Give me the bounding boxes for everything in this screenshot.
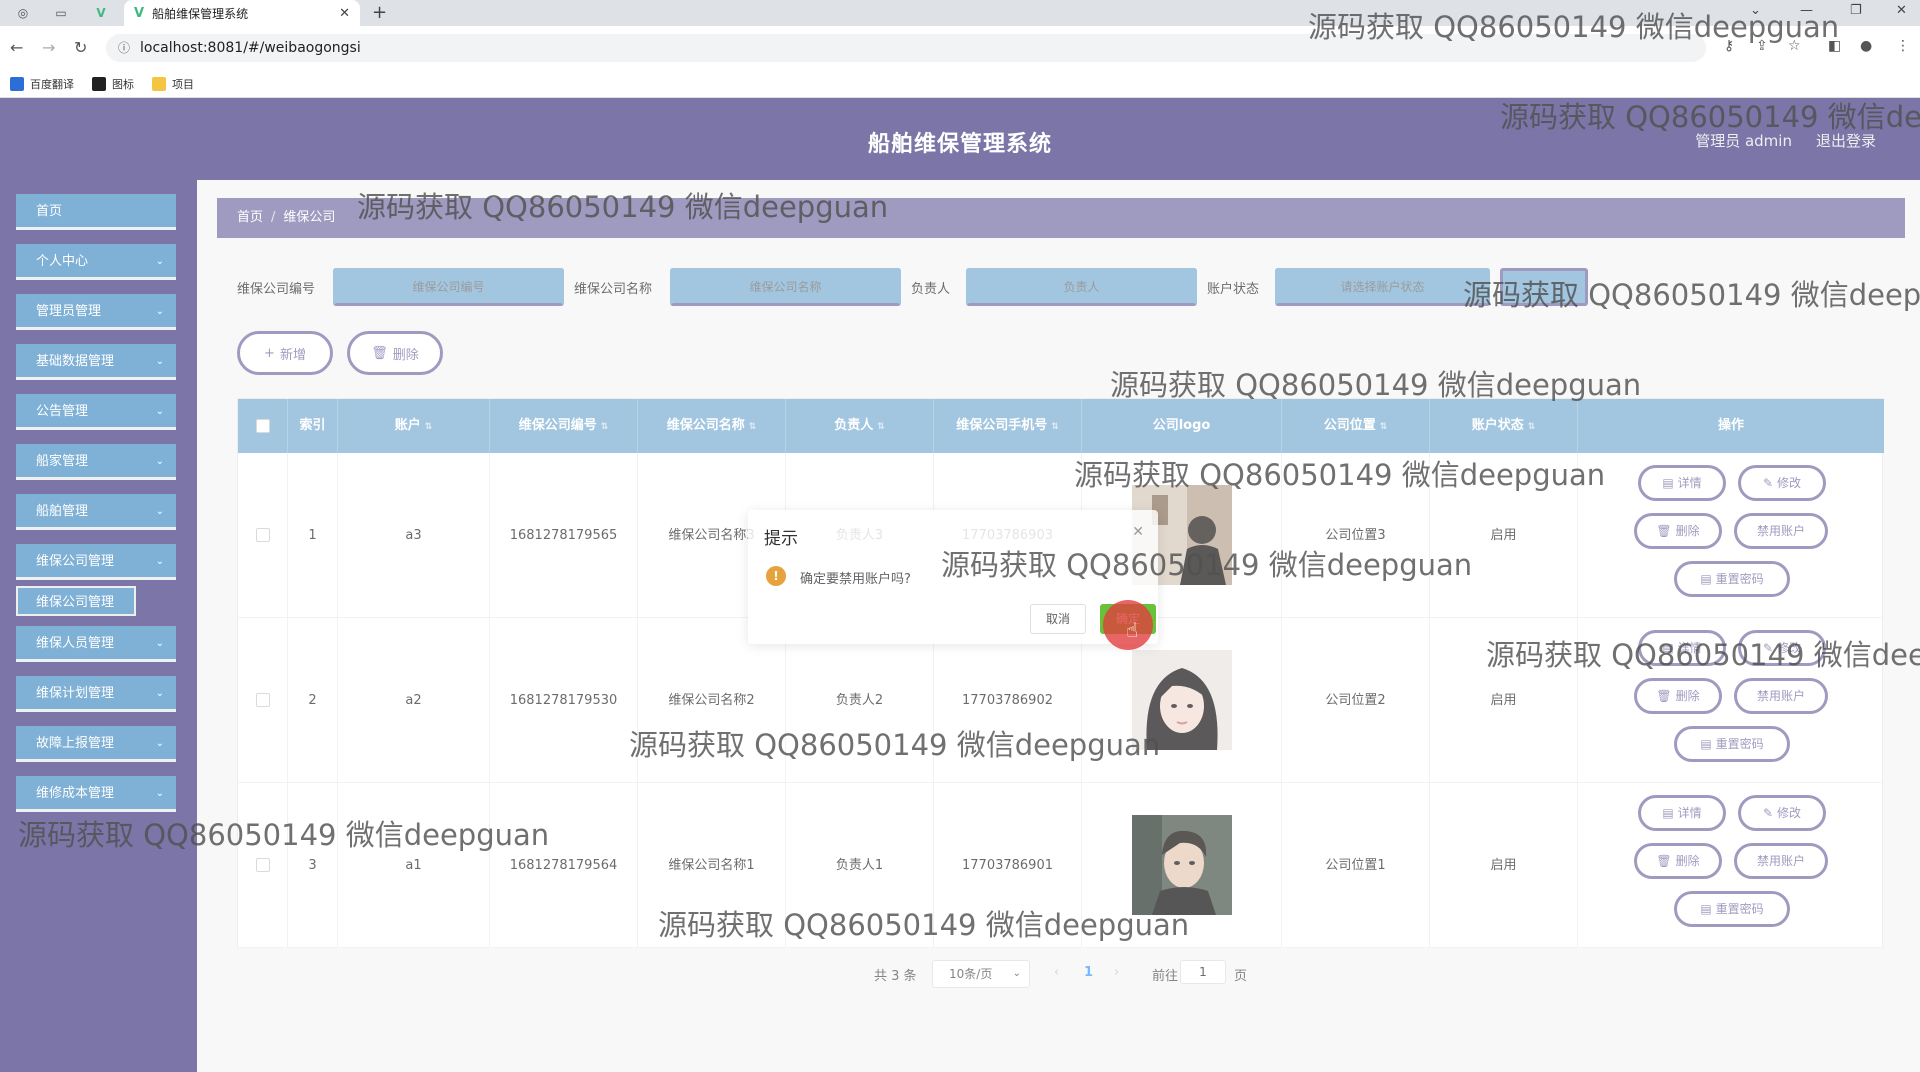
- sidebar-item-base-data[interactable]: 基础数据管理 ⌄: [16, 344, 176, 380]
- dialog-title: 提示: [764, 529, 798, 549]
- new-tab-icon[interactable]: +: [372, 2, 387, 23]
- url-input[interactable]: ⓘ localhost:8081/#/weibaogongsi: [106, 34, 1706, 62]
- sidebar-subitem-company-manage[interactable]: 维保公司管理: [16, 586, 136, 616]
- image-icon: [92, 76, 106, 91]
- sidebar-item-home[interactable]: 首页: [16, 194, 176, 230]
- vue-logo-icon: V: [134, 5, 145, 21]
- chevron-down-icon: ⌄: [155, 406, 164, 417]
- chevron-down-icon: ⌄: [155, 306, 164, 317]
- chevron-down-icon: ⌄: [155, 356, 164, 367]
- star-icon[interactable]: ☆: [1788, 38, 1801, 54]
- back-icon[interactable]: ←: [10, 38, 23, 57]
- window-close-icon[interactable]: ✕: [1896, 3, 1907, 18]
- globe-icon[interactable]: ◎: [14, 4, 32, 22]
- sidebar-item-company[interactable]: 维保公司管理 ⌄: [16, 544, 176, 580]
- sidebar-item-profile[interactable]: 个人中心 ⌄: [16, 244, 176, 280]
- info-icon[interactable]: ⓘ: [118, 34, 130, 62]
- hand-cursor-icon: ☝: [1126, 618, 1139, 642]
- sidepanel-icon[interactable]: ◧: [1828, 38, 1841, 54]
- bookmarks-bar: 百度翻译 图标 项目: [0, 70, 1920, 98]
- chevron-down-icon: ⌄: [155, 256, 164, 267]
- chevron-down-icon: ⌄: [155, 788, 164, 799]
- sidebar-item-cost[interactable]: 维修成本管理 ⌄: [16, 776, 176, 812]
- tab-close-icon[interactable]: ✕: [339, 6, 350, 21]
- browser-tab-active[interactable]: V 船舶维保管理系统 ✕: [124, 0, 360, 26]
- profile-icon[interactable]: ●: [1860, 38, 1872, 54]
- tab-title: 船舶维保管理系统: [152, 6, 249, 21]
- sidebar-item-shipowner[interactable]: 船家管理 ⌄: [16, 444, 176, 480]
- logout-link[interactable]: 退出登录: [1816, 130, 1876, 151]
- restore-icon[interactable]: ❐: [1850, 3, 1862, 18]
- chevron-down-icon[interactable]: ⌄: [1750, 3, 1761, 18]
- bookmark-translate[interactable]: 百度翻译: [10, 76, 74, 92]
- sidebar-item-notice[interactable]: 公告管理 ⌄: [16, 394, 176, 430]
- sidebar-item-fault[interactable]: 故障上报管理 ⌄: [16, 726, 176, 762]
- app-title: 船舶维保管理系统: [867, 132, 1052, 157]
- sidebar-item-admin[interactable]: 管理员管理 ⌄: [16, 294, 176, 330]
- reload-icon[interactable]: ↻: [74, 38, 87, 57]
- dialog-message: 确定要禁用账户吗?: [800, 572, 911, 587]
- chevron-down-icon: ⌄: [155, 688, 164, 699]
- browser-tab-strip: ◎ ▭ V V 船舶维保管理系统 ✕ + ⌄ — ❐ ✕: [0, 0, 1920, 26]
- sidebar-item-staff[interactable]: 维保人员管理 ⌄: [16, 626, 176, 662]
- chevron-down-icon: ⌄: [155, 456, 164, 467]
- chevron-down-icon: ⌄: [155, 738, 164, 749]
- key-icon[interactable]: ⚷: [1724, 38, 1734, 54]
- sidebar-item-ship[interactable]: 船舶管理 ⌄: [16, 494, 176, 530]
- chevron-down-icon: ⌄: [155, 506, 164, 517]
- admin-user-label: 管理员 admin: [1695, 132, 1792, 150]
- minimize-icon[interactable]: —: [1800, 3, 1813, 18]
- share-icon[interactable]: ⇪: [1756, 38, 1768, 54]
- menu-icon[interactable]: ⋮: [1896, 38, 1910, 54]
- sidebar: 首页 个人中心 ⌄ 管理员管理 ⌄ 基础数据管理 ⌄ 公告管理 ⌄ 船家管理 ⌄ 船舶管理…: [0, 180, 197, 1072]
- confirm-dialog: 提示 ✕ ! 确定要禁用账户吗? 取消 确定: [748, 510, 1158, 644]
- sidebar-item-plan[interactable]: 维保计划管理 ⌄: [16, 676, 176, 712]
- url-text: localhost:8081/#/weibaogongsi: [140, 40, 361, 56]
- vue-tab-icon[interactable]: V: [92, 4, 110, 22]
- app-header: 船舶维保管理系统 管理员 admin 退出登录: [0, 98, 1920, 180]
- chevron-down-icon: ⌄: [155, 556, 164, 567]
- warning-icon: !: [766, 566, 786, 586]
- close-icon[interactable]: ✕: [1132, 524, 1144, 540]
- chevron-down-icon: ⌄: [155, 638, 164, 649]
- dialog-cancel-button[interactable]: 取消: [1030, 604, 1086, 634]
- bookmark-project[interactable]: 项目: [152, 76, 194, 92]
- bookmark-icons[interactable]: 图标: [92, 76, 134, 92]
- translate-icon: [10, 76, 24, 91]
- address-bar-row: ← → ↻ ⓘ localhost:8081/#/weibaogongsi ⚷ …: [0, 26, 1920, 70]
- forward-icon[interactable]: →: [42, 38, 55, 57]
- blank-tab-icon[interactable]: ▭: [52, 4, 70, 22]
- folder-icon: [152, 76, 166, 91]
